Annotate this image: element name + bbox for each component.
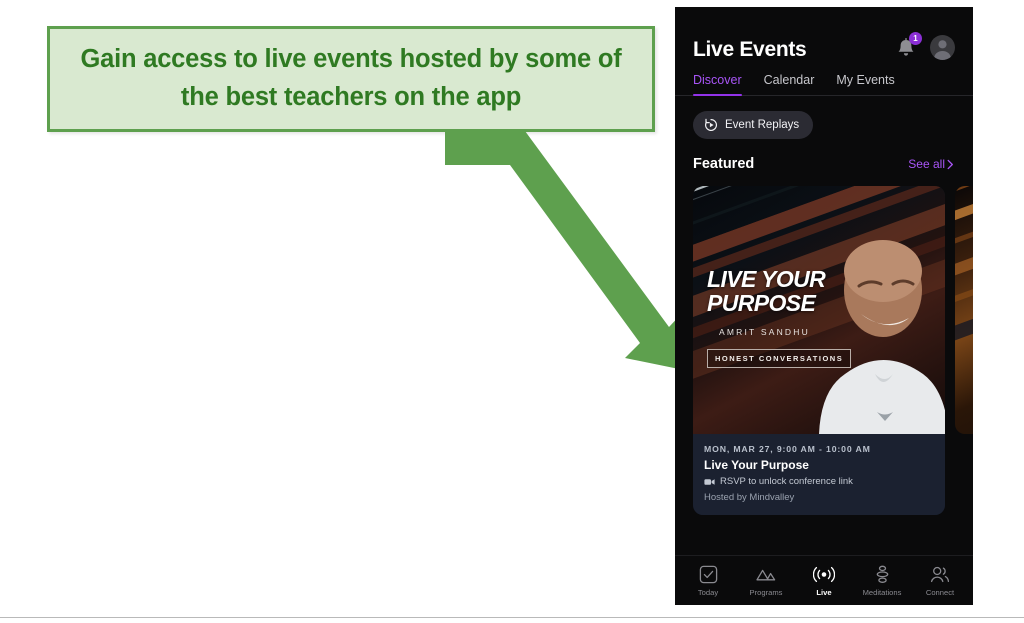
featured-section-header: Featured See all — [675, 139, 973, 172]
nav-item-meditations[interactable]: Meditations — [854, 565, 910, 597]
app-header: Live Events 1 — [675, 7, 973, 60]
page-bottom-divider — [0, 617, 1024, 618]
avatar-icon — [933, 40, 952, 60]
notifications-button[interactable]: 1 — [896, 31, 922, 59]
nav-label-connect: Connect — [925, 587, 955, 597]
nav-label-programs: Programs — [749, 587, 783, 597]
nav-label-meditations: Meditations — [862, 587, 902, 597]
artwork-title-block: LIVE YOUR PURPOSE AMRIT SANDHU HONEST CO… — [707, 266, 867, 368]
featured-title: Featured — [693, 156, 755, 172]
artwork-title-line1: LIVE YOUR — [707, 266, 826, 292]
mountains-icon — [756, 569, 776, 580]
featured-carousel[interactable]: LIVE YOUR PURPOSE AMRIT SANDHU HONEST CO… — [675, 172, 973, 515]
nav-item-live[interactable]: Live — [796, 565, 852, 597]
header-actions: 1 — [896, 31, 955, 60]
phone-screen: Live Events 1 Discover Calendar My Event… — [675, 7, 973, 605]
event-date-time: MON, MAR 27, 9:00 AM - 10:00 AM — [704, 444, 871, 454]
nav-label-today: Today — [697, 587, 719, 597]
event-card-next-peek[interactable] — [955, 186, 973, 434]
avatar[interactable] — [930, 35, 955, 60]
event-card-artwork: LIVE YOUR PURPOSE AMRIT SANDHU HONEST CO… — [693, 186, 945, 434]
arrow-shaft-and-head — [445, 131, 684, 369]
notification-badge: 1 — [909, 31, 922, 45]
chip-row: Event Replays — [675, 96, 973, 139]
see-all-button[interactable]: See all — [908, 157, 955, 171]
tab-calendar[interactable]: Calendar — [764, 73, 815, 95]
event-card[interactable]: LIVE YOUR PURPOSE AMRIT SANDHU HONEST CO… — [693, 186, 945, 515]
event-rsvp-row: RSVP to unlock conference link — [704, 476, 934, 487]
artwork-title-line2: PURPOSE — [707, 289, 816, 316]
chevron-right-icon — [947, 159, 953, 169]
event-rsvp-label: RSVP to unlock conference link — [720, 476, 853, 487]
page-title: Live Events — [693, 38, 807, 61]
see-all-label: See all — [908, 157, 945, 171]
event-replays-label: Event Replays — [725, 119, 800, 131]
broadcast-icon — [813, 566, 835, 582]
tab-bar: Discover Calendar My Events — [675, 60, 973, 96]
annotation-callout-text: Gain access to live events hosted by som… — [80, 45, 622, 111]
nav-item-connect[interactable]: Connect — [912, 565, 968, 597]
tab-discover[interactable]: Discover — [693, 73, 742, 96]
event-host: Hosted by Mindvalley — [704, 492, 795, 503]
event-replays-button[interactable]: Event Replays — [693, 111, 814, 139]
nav-item-today[interactable]: Today — [680, 565, 736, 597]
artwork-presenter: AMRIT SANDHU — [719, 326, 810, 337]
replay-icon — [705, 118, 717, 131]
event-card-details: MON, MAR 27, 9:00 AM - 10:00 AM Live You… — [693, 434, 945, 515]
screenshot-canvas: Gain access to live events hosted by som… — [0, 0, 1024, 623]
artwork-streaks-peek — [955, 186, 973, 358]
nav-item-programs[interactable]: Programs — [738, 565, 794, 597]
checkbox-icon — [699, 565, 717, 583]
annotation-callout: Gain access to live events hosted by som… — [47, 26, 655, 132]
tab-my-events[interactable]: My Events — [836, 73, 894, 95]
bottom-navigation: Today Programs Live Meditations Connect — [675, 555, 973, 605]
video-camera-icon — [704, 478, 715, 485]
people-icon — [930, 566, 950, 582]
event-name: Live Your Purpose — [704, 458, 809, 472]
nav-label-live: Live — [816, 587, 832, 597]
artwork-series-badge: HONEST CONVERSATIONS — [707, 348, 852, 368]
stones-icon — [876, 565, 888, 583]
